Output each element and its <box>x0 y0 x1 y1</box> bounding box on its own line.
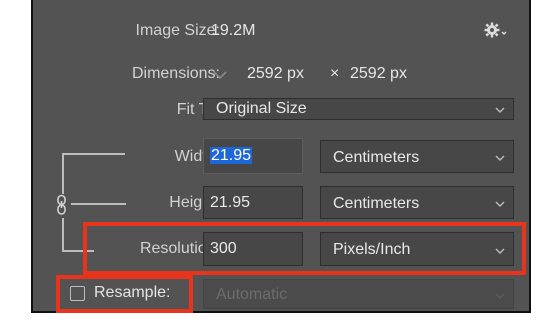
image-size-label: Image Size: <box>135 22 220 39</box>
resolution-value: 300 <box>210 240 237 257</box>
constrain-bracket-upper <box>62 153 64 194</box>
resample-value: Automatic <box>216 286 288 303</box>
constrain-bracket-top <box>62 153 125 155</box>
height-unit-select[interactable]: Centimeters <box>320 186 514 219</box>
chevron-down-icon <box>495 248 505 254</box>
dimensions-chevron-icon[interactable] <box>211 66 229 84</box>
chain-link-icon[interactable] <box>55 194 69 216</box>
dimensions-times: × <box>330 65 340 82</box>
resample-label: Resample: <box>94 284 171 301</box>
dimensions-label: Dimensions: <box>131 65 220 82</box>
image-size-value: 19.2M <box>211 22 256 39</box>
height-input[interactable]: 21.95 <box>203 186 303 219</box>
chevron-down-icon <box>495 293 505 299</box>
resolution-unit-select[interactable]: Pixels/Inch <box>320 232 514 266</box>
chevron-down-icon <box>495 155 505 161</box>
resolution-unit-value: Pixels/Inch <box>333 241 411 258</box>
height-value: 21.95 <box>210 194 251 211</box>
resample-checkbox[interactable] <box>70 286 85 301</box>
height-unit-value: Centimeters <box>333 195 420 212</box>
constrain-bracket-bottom <box>62 250 94 252</box>
width-input[interactable]: 21.95 <box>203 138 303 174</box>
fit-to-value: Original Size <box>216 100 307 117</box>
width-value: 21.95 <box>210 147 253 164</box>
resample-select[interactable]: Automatic <box>203 279 514 309</box>
image-size-panel: Image Size: 19.2M Dimensions: 2592 px × … <box>31 0 531 313</box>
chevron-down-icon <box>495 201 505 207</box>
resolution-input[interactable]: 300 <box>203 232 303 266</box>
gear-icon[interactable] <box>484 21 508 39</box>
width-unit-value: Centimeters <box>333 149 420 166</box>
chevron-down-icon <box>495 107 505 113</box>
dimensions-height: 2592 px <box>350 65 407 82</box>
fit-to-select[interactable]: Original Size <box>203 98 514 120</box>
width-unit-select[interactable]: Centimeters <box>320 140 514 173</box>
constrain-bracket-middle <box>71 203 126 205</box>
dimensions-width: 2592 px <box>247 65 304 82</box>
constrain-bracket-lower <box>62 218 64 252</box>
